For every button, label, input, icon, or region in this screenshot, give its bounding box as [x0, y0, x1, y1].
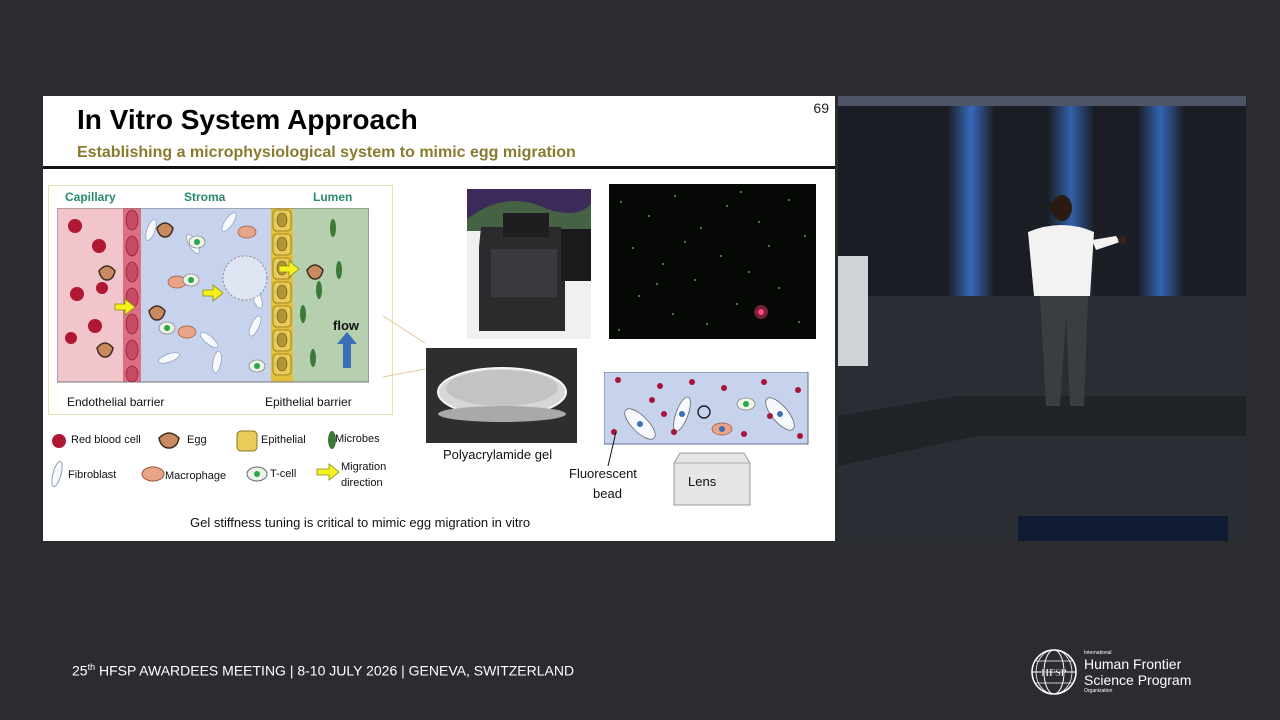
tissue-diagram	[57, 208, 369, 383]
region-label-capillary: Capillary	[65, 190, 116, 204]
hfsp-logo: HFSP International Human Frontier Scienc…	[1030, 648, 1240, 698]
slide-footnote: Gel stiffness tuning is critical to mimi…	[190, 515, 531, 530]
legend-migration-line2: direction	[341, 477, 383, 489]
logo-small-bottom: Organization	[1084, 688, 1113, 694]
footer-text: HFSP AWARDEES MEETING | 8-10 JULY 2026 |…	[95, 662, 575, 679]
logo-mark: HFSP	[1041, 668, 1067, 679]
legend-epithelial: Epithelial	[261, 434, 306, 446]
legend-red-blood-cell: Red blood cell	[71, 434, 141, 446]
slide-subtitle: Establishing a microphysiological system…	[77, 144, 576, 161]
fluorescent-bead-label-line1: Fluorescent	[569, 466, 637, 481]
fluorescence-image	[609, 184, 816, 339]
petri-dish-photo	[426, 348, 577, 443]
epithelial-barrier-label: Epithelial barrier	[265, 395, 352, 409]
migration-arrow-icon	[316, 463, 340, 481]
fluorescent-bead-label-line2: bead	[593, 486, 622, 501]
globe-icon: HFSP	[1031, 649, 1077, 695]
egg-icon	[158, 432, 180, 449]
polyacrylamide-gel-label: Polyacrylamide gel	[443, 447, 553, 462]
speaker-video	[838, 96, 1246, 541]
legend-tcell: T-cell	[270, 468, 297, 480]
lens-label: Lens	[688, 474, 717, 489]
legend-macrophage: Macrophage	[165, 470, 227, 482]
presentation-slide: 69 In Vitro System Approach Establishing…	[43, 96, 835, 541]
legend-egg: Egg	[187, 434, 207, 446]
event-footer: 25th HFSP AWARDEES MEETING | 8-10 JULY 2…	[72, 662, 574, 679]
slide-number: 69	[813, 100, 829, 116]
region-label-lumen: Lumen	[313, 190, 353, 204]
footer-superscript: th	[87, 662, 96, 672]
legend-migration-line1: Migration	[341, 461, 387, 473]
fibroblast-icon	[51, 460, 63, 488]
macrophage-icon	[141, 466, 165, 482]
microscope-photo	[467, 189, 591, 339]
endothelial-barrier-label: Endothelial barrier	[67, 395, 165, 409]
region-label-stroma: Stroma	[184, 190, 226, 204]
slide-title: In Vitro System Approach	[77, 104, 418, 135]
logo-line1: Human Frontier	[1084, 656, 1182, 672]
bead-schematic	[604, 372, 809, 445]
legend-microbes: Microbes	[335, 433, 380, 445]
legend-fibroblast: Fibroblast	[68, 469, 117, 481]
bead-pointer-line	[607, 432, 617, 467]
epithelial-icon	[236, 430, 258, 452]
flow-label: flow	[333, 318, 359, 333]
logo-line2: Science Program	[1084, 672, 1192, 688]
red-blood-cell-icon	[52, 434, 66, 448]
footer-prefix: 25	[72, 662, 88, 679]
title-divider	[43, 166, 835, 169]
